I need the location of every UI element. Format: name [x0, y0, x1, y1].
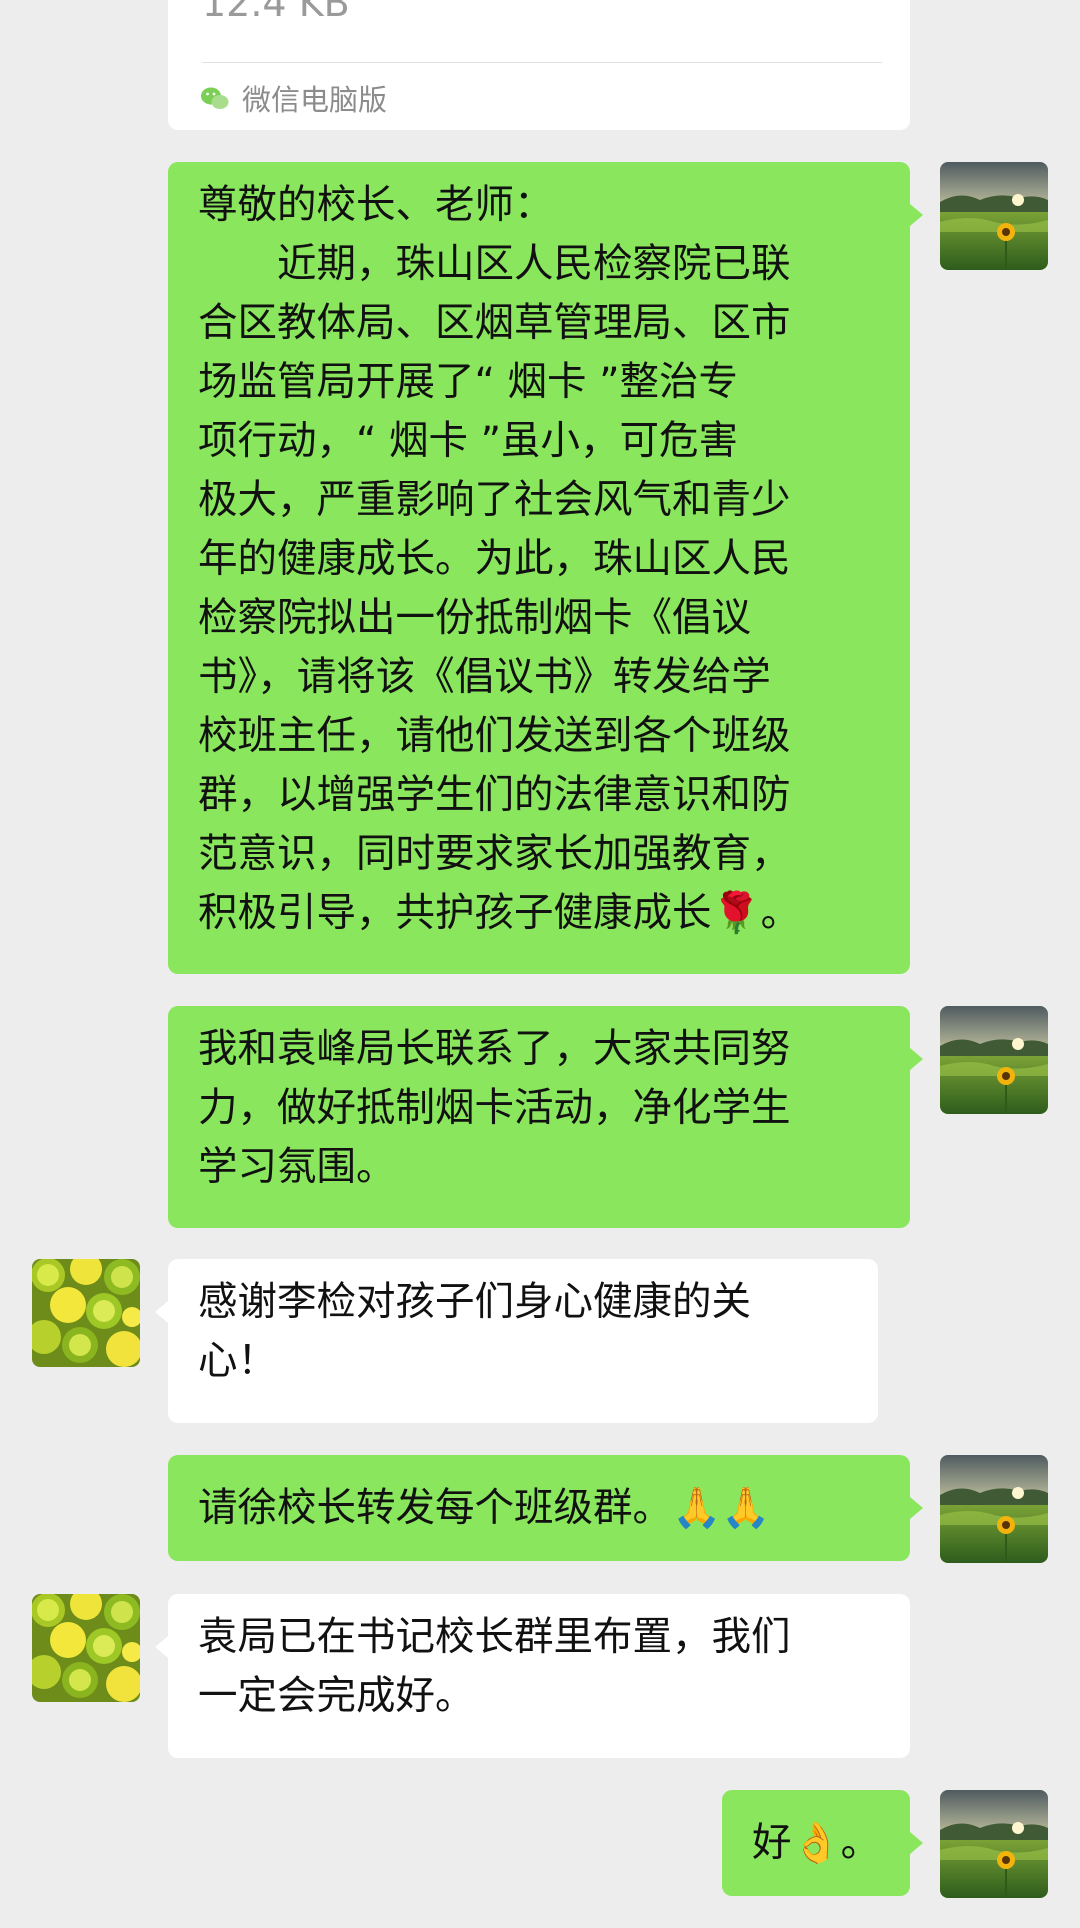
my-avatar[interactable]: [940, 162, 1048, 270]
message-text-line: 袁局已在书记校长群里布置，我们: [198, 1614, 791, 1660]
incoming-message-bubble[interactable]: 感谢李检对孩子们身心健康的关 心！: [168, 1259, 878, 1423]
file-source: 微信电脑版: [200, 78, 387, 118]
message-text-line: 极大，严重影响了社会风气和青少: [198, 477, 791, 523]
message-text-line: 校班主任，请他们发送到各个班级: [198, 713, 791, 759]
bubble-tail: [155, 1636, 168, 1658]
outgoing-message-bubble[interactable]: 请徐校长转发每个班级群。🙏🙏: [168, 1455, 910, 1561]
bubble-tail: [910, 1832, 923, 1854]
message-text-line: 感谢李检对孩子们身心健康的关: [198, 1279, 751, 1325]
file-source-label: 微信电脑版: [242, 83, 388, 117]
message-text-line: 一定会完成好。: [198, 1673, 475, 1719]
bubble-tail: [910, 1048, 923, 1070]
file-size: 12.4 KB: [202, 0, 350, 25]
message-text-line: 合区教体局、区烟草管理局、区市: [198, 300, 791, 346]
bubble-tail: [155, 1301, 168, 1323]
message-text-line: 范意识，同时要求家长加强教育，: [198, 831, 791, 877]
message-text-line: 项行动，“ 烟卡 ”虽小，可危害: [198, 418, 739, 464]
message-text-line: 尊敬的校长、老师：: [198, 182, 554, 228]
message-text-line: 好👌。: [752, 1819, 881, 1866]
message-text-line: 场监管局开展了“ 烟卡 ”整治专: [198, 359, 739, 405]
contact-avatar[interactable]: [32, 1259, 140, 1367]
my-avatar[interactable]: [940, 1790, 1048, 1898]
message-text-line: 力，做好抵制烟卡活动，净化学生: [198, 1085, 791, 1131]
message-text-line: 请徐校长转发每个班级群。🙏🙏: [198, 1484, 771, 1531]
message-text-line: 我和袁峰局长联系了，大家共同努: [198, 1026, 791, 1072]
outgoing-message-bubble[interactable]: 尊敬的校长、老师： 近期，珠山区人民检察院已联 合区教体局、区烟草管理局、区市 场监…: [168, 162, 910, 974]
message-text-line: 学习氛围。: [198, 1144, 396, 1190]
message-text-line: 书》，请将该《倡议书》转发给学: [198, 654, 771, 700]
outgoing-message-bubble[interactable]: 我和袁峰局长联系了，大家共同努 力，做好抵制烟卡活动，净化学生 学习氛围。: [168, 1006, 910, 1228]
message-text-line: 心！: [198, 1338, 277, 1384]
outgoing-message-bubble[interactable]: 好👌。: [722, 1790, 910, 1896]
message-text-line: 积极引导，共护孩子健康成长🌹。: [198, 890, 801, 936]
wechat-icon: [200, 85, 230, 111]
message-text-line: 检察院拟出一份抵制烟卡《倡议: [198, 595, 751, 641]
contact-avatar[interactable]: [32, 1594, 140, 1702]
file-message-card[interactable]: 12.4 KB 微信电脑版: [168, 0, 910, 130]
message-text-line: 年的健康成长。为此，珠山区人民: [198, 536, 791, 582]
my-avatar[interactable]: [940, 1455, 1048, 1563]
message-text-line: 近期，珠山区人民检察院已联: [198, 241, 791, 287]
incoming-message-bubble[interactable]: 袁局已在书记校长群里布置，我们 一定会完成好。: [168, 1594, 910, 1758]
bubble-tail: [910, 1497, 923, 1519]
my-avatar[interactable]: [940, 1006, 1048, 1114]
message-text-line: 群，以增强学生们的法律意识和防: [198, 772, 791, 818]
bubble-tail: [910, 204, 923, 226]
file-card-divider: [202, 62, 882, 63]
